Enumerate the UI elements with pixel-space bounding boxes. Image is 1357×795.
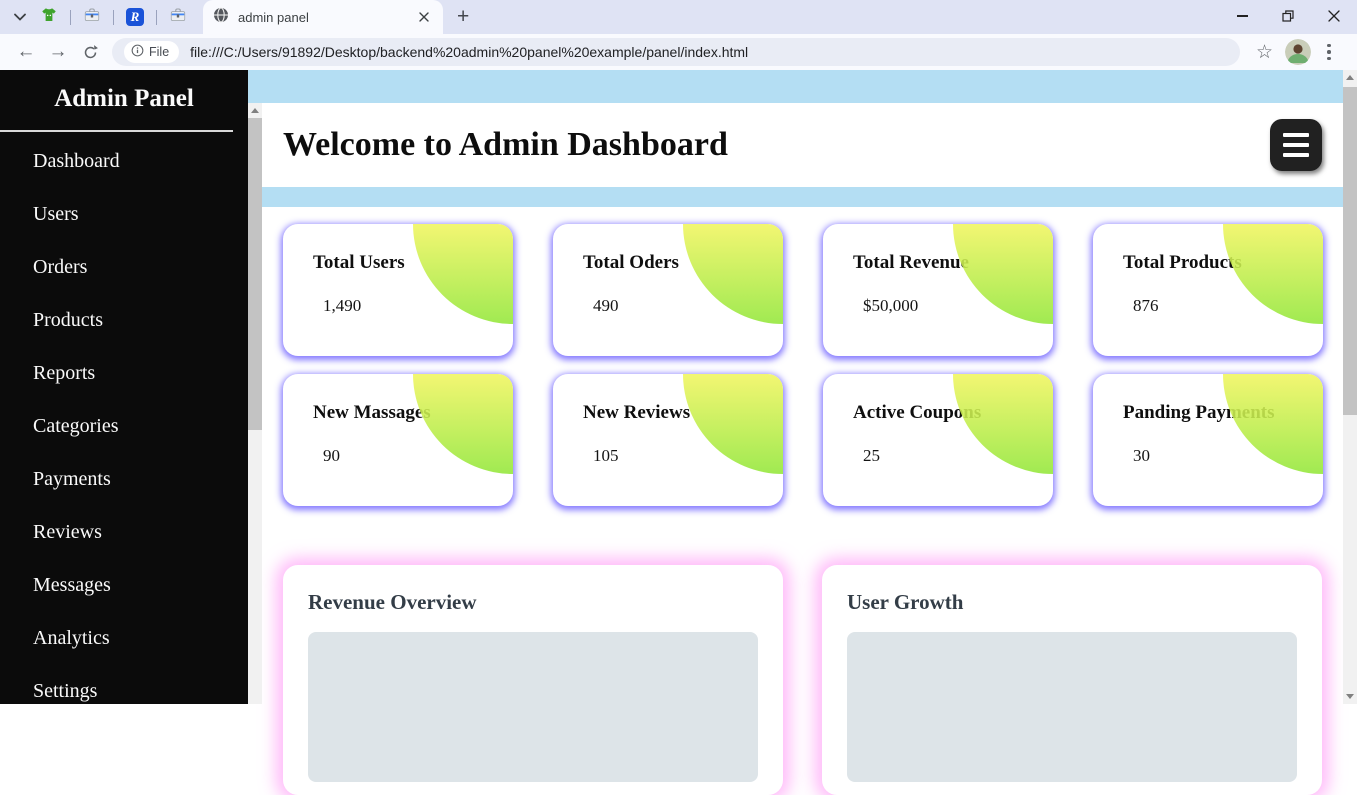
bookmark-star-icon[interactable]: ☆ (1256, 41, 1273, 64)
sidebar-item-orders[interactable]: Orders (0, 241, 248, 294)
forward-icon[interactable]: → (42, 36, 74, 68)
hamburger-bar (1283, 143, 1309, 147)
tab-title: admin panel (238, 9, 309, 25)
user-growth-card: User Growth (822, 565, 1322, 795)
sidebar-item-reviews[interactable]: Reviews (0, 506, 248, 559)
info-icon (131, 44, 144, 60)
sidebar-title: Admin Panel (54, 85, 194, 112)
stat-card-total-users[interactable]: Total Users 1,490 (283, 224, 513, 356)
tab-close-icon[interactable] (415, 8, 433, 26)
scroll-down-arrow-icon[interactable] (1343, 689, 1357, 704)
file-chip[interactable]: File (124, 41, 180, 63)
stat-card-total-products[interactable]: Total Products 876 (1093, 224, 1323, 356)
pinned-tab-shop[interactable] (32, 0, 66, 34)
sidebar-item-reports[interactable]: Reports (0, 347, 248, 400)
tab-strip: R admin panel + (0, 0, 1357, 34)
stat-card-new-reviews[interactable]: New Reviews 105 (553, 374, 783, 506)
reload-icon[interactable] (74, 36, 106, 68)
hamburger-bar (1283, 133, 1309, 137)
back-icon[interactable]: ← (10, 36, 42, 68)
hamburger-bar (1283, 153, 1309, 157)
browser-toolbar: ← → File file:///C:/Users/91892/Desktop/… (0, 34, 1357, 70)
revenue-overview-card: Revenue Overview (283, 565, 783, 795)
stat-card-total-revenue[interactable]: Total Revenue $50,000 (823, 224, 1053, 356)
new-tab-button[interactable]: + (457, 6, 469, 29)
sidebar-item-payments[interactable]: Payments (0, 453, 248, 506)
stat-card-new-messages[interactable]: New Massages 90 (283, 374, 513, 506)
scrollbar-thumb[interactable] (1343, 87, 1357, 415)
window-minimize-icon[interactable] (1219, 0, 1265, 32)
chart-title: Revenue Overview (308, 590, 477, 614)
sidebar-divider (0, 130, 233, 132)
user-growth-chart-placeholder (847, 632, 1297, 782)
address-bar[interactable]: File file:///C:/Users/91892/Desktop/back… (112, 38, 1240, 66)
sidebar-item-analytics[interactable]: Analytics (0, 612, 248, 665)
stat-card-pending-payments[interactable]: Panding Payments 30 (1093, 374, 1323, 506)
sidebar: Admin Panel Dashboard Users Orders Produ… (0, 70, 248, 704)
r-logo-icon: R (126, 8, 144, 26)
profile-avatar[interactable] (1285, 39, 1311, 65)
tab-search-chevron-icon[interactable] (8, 0, 32, 34)
active-tab[interactable]: admin panel (203, 0, 443, 34)
pinned-tab-extension-2[interactable] (161, 0, 195, 34)
window-controls (1219, 0, 1357, 34)
browser-menu-icon[interactable] (1319, 43, 1339, 61)
main-area: Welcome to Admin Dashboard Total Users 1… (248, 70, 1343, 795)
pinned-tab-extension-1[interactable] (75, 0, 109, 34)
toolbox-icon (83, 6, 101, 29)
url-text[interactable]: file:///C:/Users/91892/Desktop/backend%2… (190, 44, 748, 60)
browser-chrome: R admin panel + ← → File file:///C:/User… (0, 0, 1357, 70)
green-shirt-icon (40, 6, 58, 29)
file-chip-label: File (149, 45, 170, 59)
scrollbar-thumb[interactable] (248, 118, 262, 430)
sidebar-item-users[interactable]: Users (0, 188, 248, 241)
tab-separator (70, 9, 71, 25)
tab-separator (113, 9, 114, 25)
page-scrollbar[interactable] (1343, 70, 1357, 704)
scroll-up-arrow-icon[interactable] (248, 103, 262, 118)
window-close-icon[interactable] (1311, 0, 1357, 32)
dashboard-header: Welcome to Admin Dashboard (262, 103, 1343, 187)
sidebar-nav: Dashboard Users Orders Products Reports … (0, 135, 248, 718)
sidebar-item-products[interactable]: Products (0, 294, 248, 347)
sidebar-item-settings[interactable]: Settings (0, 665, 248, 718)
sidebar-item-dashboard[interactable]: Dashboard (0, 135, 248, 188)
scroll-up-arrow-icon[interactable] (1343, 70, 1357, 85)
hamburger-menu-button[interactable] (1270, 119, 1322, 171)
window-restore-icon[interactable] (1265, 0, 1311, 32)
dashboard-content: Total Users 1,490 Total Oders 490 Total … (262, 207, 1343, 795)
page-title: Welcome to Admin Dashboard (283, 126, 728, 163)
toolbox-icon (169, 6, 187, 29)
chart-title: User Growth (847, 590, 964, 614)
globe-favicon-icon (213, 6, 229, 28)
chart-card-row: Revenue Overview User Growth (283, 565, 1343, 795)
stat-card-total-orders[interactable]: Total Oders 490 (553, 224, 783, 356)
revenue-chart-placeholder (308, 632, 758, 782)
stat-card-active-coupons[interactable]: Active Coupons 25 (823, 374, 1053, 506)
sidebar-item-categories[interactable]: Categories (0, 400, 248, 453)
stat-card-grid: Total Users 1,490 Total Oders 490 Total … (283, 224, 1343, 506)
tab-separator (156, 9, 157, 25)
pinned-tab-r[interactable]: R (118, 0, 152, 34)
sidebar-item-messages[interactable]: Messages (0, 559, 248, 612)
content-scrollbar[interactable] (248, 103, 262, 704)
